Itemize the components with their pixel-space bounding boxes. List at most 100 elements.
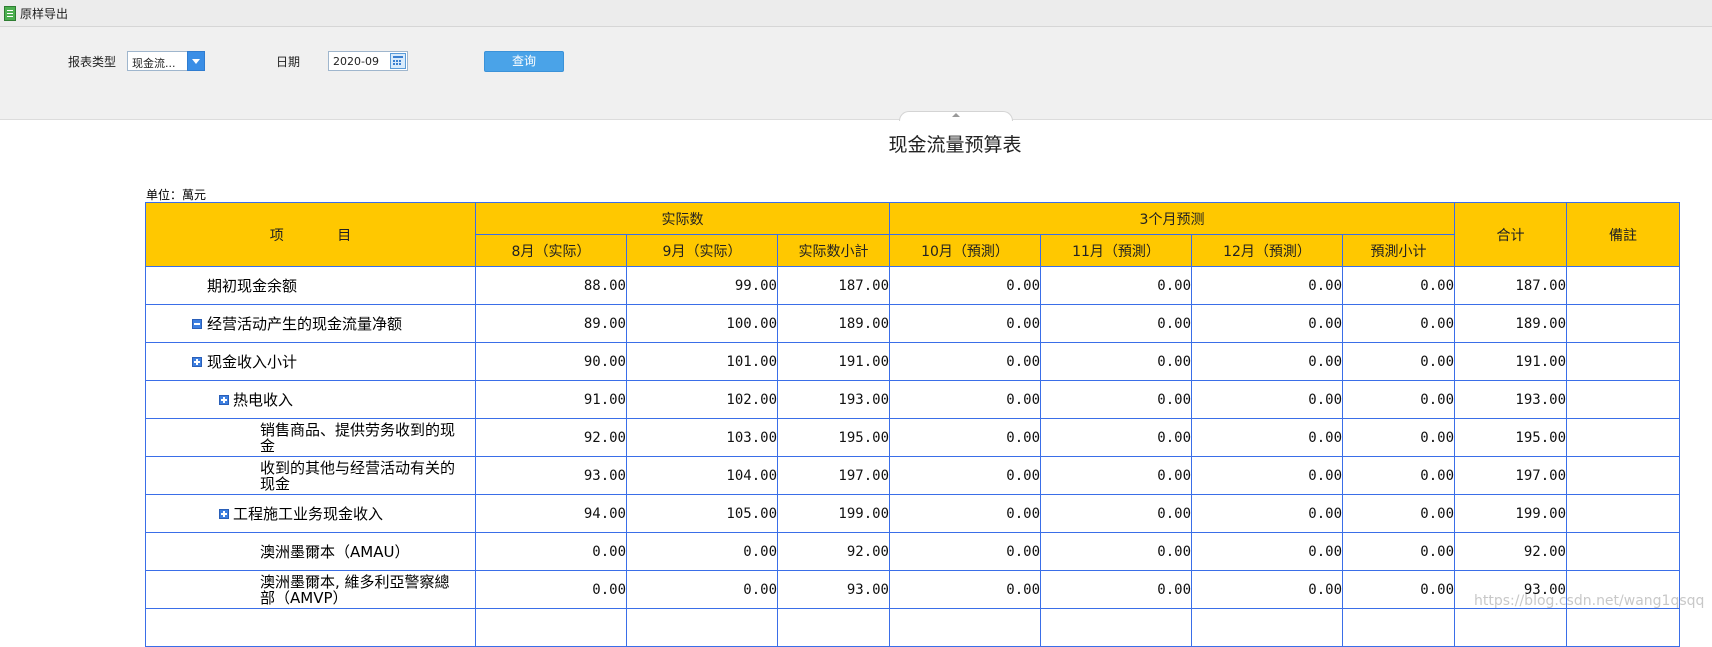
value-cell: 102.00: [626, 380, 778, 419]
row-item-label-line: 销售商品、提供劳务收到的现: [260, 420, 456, 439]
plus-square-icon[interactable]: [219, 394, 229, 405]
value-cell: 195.00: [1454, 418, 1567, 457]
value-cell: 0.00: [1040, 266, 1192, 305]
value-cell: 0.00: [1040, 304, 1192, 343]
plus-square-icon[interactable]: [219, 508, 229, 519]
value-cell: 0.00: [626, 532, 778, 571]
value-cell: 92.00: [777, 532, 890, 571]
header-col: 9月（实际）: [626, 234, 778, 267]
value-cell: 0.00: [1040, 456, 1192, 495]
header-forecast-group: 3个月预测: [889, 202, 1455, 235]
row-item-cell: 期初现金余额: [145, 266, 476, 305]
unit-label: 单位：萬元: [146, 188, 207, 202]
value-cell: 0.00: [1191, 380, 1343, 419]
value-cell: 105.00: [626, 494, 778, 533]
row-item-cell: [145, 608, 476, 647]
row-item-label: 澳洲墨爾本（AMAU）: [260, 542, 410, 561]
value-cell: 0.00: [1191, 532, 1343, 571]
value-cell: 0.00: [475, 532, 627, 571]
remark-cell: [1566, 266, 1680, 305]
value-cell: 101.00: [626, 342, 778, 381]
minus-square-icon[interactable]: [192, 318, 202, 329]
calendar-icon[interactable]: [390, 53, 406, 69]
value-cell: 197.00: [1454, 456, 1567, 495]
header-remark: 備註: [1566, 202, 1680, 267]
remark-cell: [1566, 608, 1680, 647]
row-item-label-line: 现金: [260, 474, 291, 493]
row-item-label: 热电收入: [233, 390, 294, 409]
header-total: 合计: [1454, 202, 1567, 267]
remark-cell: [1566, 304, 1680, 343]
chevron-up-icon: [952, 113, 960, 117]
value-cell: 89.00: [475, 304, 627, 343]
table-row: 现金收入小计 90.00 101.00 191.00 0.00 0.00 0.00 0.00 1…: [145, 342, 1680, 381]
report-type-select[interactable]: 现金流...: [127, 51, 205, 71]
value-cell: 0.00: [1342, 570, 1455, 609]
value-cell: 0.00: [1191, 418, 1343, 457]
report-table: 项 目 实际数 3个月预测 合计 備註 8月（实际） 9月（实际） 实际数小計 …: [145, 202, 1680, 647]
value-cell: 92.00: [1454, 532, 1567, 571]
table-row: 澳洲墨爾本（AMAU） 0.00 0.00 92.00 0.00 0.00 0.00 0.00…: [145, 532, 1680, 571]
table-row: 澳洲墨爾本, 維多利亞警察總 部（AMVP） 0.00 0.00 93.00 0.00 0.…: [145, 570, 1680, 609]
value-cell: 193.00: [1454, 380, 1567, 419]
top-toolbar: 原样导出: [0, 0, 1712, 27]
value-cell: 199.00: [777, 494, 890, 533]
value-cell: 91.00: [475, 380, 627, 419]
value-cell: 99.00: [626, 266, 778, 305]
header-col: 12月（預測）: [1191, 234, 1343, 267]
value-cell: 90.00: [475, 342, 627, 381]
row-item-label: 期初现金余额: [207, 276, 298, 295]
export-original-button[interactable]: 原样导出: [4, 5, 68, 21]
value-cell: 94.00: [475, 494, 627, 533]
table-row: 工程施工业务现金收入 94.00 105.00 199.00 0.00 0.00 0.00 0…: [145, 494, 1680, 533]
row-item-cell: 现金收入小计: [145, 342, 476, 381]
table-row: 收到的其他与经营活动有关的 现金 93.00 104.00 197.00 0.00 0.00…: [145, 456, 1680, 495]
value-cell: [889, 608, 1041, 647]
header-actual-group: 实际数: [475, 202, 890, 235]
value-cell: [1342, 608, 1455, 647]
header-col: 10月（預測）: [889, 234, 1041, 267]
chevron-down-icon[interactable]: [187, 51, 205, 71]
date-input[interactable]: 2020-09: [328, 51, 408, 71]
value-cell: 93.00: [475, 456, 627, 495]
row-item-cell: 经营活动产生的现金流量净额: [145, 304, 476, 343]
row-item-cell: 澳洲墨爾本（AMAU）: [145, 532, 476, 571]
value-cell: 189.00: [1454, 304, 1567, 343]
value-cell: 0.00: [1342, 456, 1455, 495]
remark-cell: [1566, 380, 1680, 419]
value-cell: 104.00: [626, 456, 778, 495]
report-title: 现金流量预算表: [888, 134, 1022, 156]
watermark: https://blog.csdn.net/wang1qsqq: [1474, 593, 1705, 609]
header-col: 11月（預測）: [1040, 234, 1192, 267]
row-item-label-line: 金: [260, 436, 276, 455]
row-item-label-line: 澳洲墨爾本, 維多利亞警察總: [260, 572, 450, 591]
value-cell: 189.00: [777, 304, 890, 343]
value-cell: 0.00: [1342, 342, 1455, 381]
value-cell: 0.00: [1342, 418, 1455, 457]
row-item-label: 工程施工业务现金收入: [233, 504, 384, 523]
plus-square-icon[interactable]: [192, 356, 202, 367]
value-cell: 0.00: [1191, 570, 1343, 609]
value-cell: 0.00: [1040, 342, 1192, 381]
table-row: 经营活动产生的现金流量净额 89.00 100.00 189.00 0.00 0.00 0.…: [145, 304, 1680, 343]
row-item-cell: 工程施工业务现金收入: [145, 494, 476, 533]
value-cell: 0.00: [1040, 494, 1192, 533]
value-cell: 100.00: [626, 304, 778, 343]
header-row-group: 项 目 实际数 3个月预测 合计 備註: [145, 202, 1680, 267]
value-cell: 0.00: [889, 532, 1041, 571]
row-item-label-line: 收到的其他与经营活动有关的: [260, 458, 456, 477]
value-cell: 0.00: [1342, 266, 1455, 305]
value-cell: [1454, 608, 1567, 647]
query-button[interactable]: 查询: [484, 51, 564, 72]
value-cell: 0.00: [1191, 494, 1343, 533]
export-label: 原样导出: [20, 6, 69, 21]
value-cell: 0.00: [1342, 532, 1455, 571]
value-cell: 0.00: [1040, 380, 1192, 419]
value-cell: 187.00: [1454, 266, 1567, 305]
remark-cell: [1566, 494, 1680, 533]
collapse-panel-handle[interactable]: [899, 111, 1013, 121]
value-cell: [626, 608, 778, 647]
value-cell: 0.00: [889, 570, 1041, 609]
excel-export-icon: [4, 5, 16, 21]
report-type-value: 现金流...: [132, 57, 176, 70]
